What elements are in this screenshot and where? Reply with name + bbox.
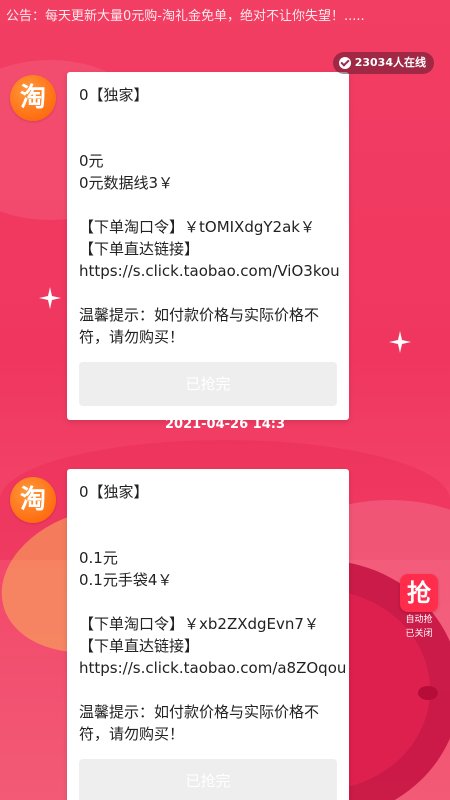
post-link-label: 【下单直达链接】 [79,240,200,258]
post-taobao-code: 【下单淘口令】￥xb2ZXdgEvn7￥ [79,615,319,633]
post-price: 0.1元 [79,549,118,567]
post-price: 0元 [79,152,104,170]
post-link-label: 【下单直达链接】 [79,637,200,655]
post-product: 0.1元手袋4￥ [79,571,173,589]
auto-grab-status: 已关闭 [405,629,433,639]
auto-grab-toggle[interactable]: 抢 自动抢 已关闭 [399,574,439,640]
grab-icon: 抢 [400,574,438,612]
auto-grab-label: 自动抢 [405,615,433,625]
announcement-bar: 公告：每天更新大量0元购-淘礼金免单，绝对不让你失望！..... [6,9,365,24]
taobao-avatar-icon: 淘 [10,477,56,523]
sold-out-button[interactable]: 已抢完 [79,759,337,800]
post-title: 0【独家】 [79,483,149,501]
sparkle-icon [39,287,61,309]
check-icon [338,57,351,69]
post-timestamp: 2021-04-26 14:3 [164,417,285,432]
post-link-url[interactable]: https://s.click.taobao.com/ViO3kou [79,260,340,282]
online-count-text: 23034人在线 [354,56,426,69]
online-count-badge: 23034人在线 [332,52,434,74]
post-card: 0【独家】 0元 0元数据线3￥ 【下单淘口令】￥tOMIXdgY2ak￥ 【下… [67,72,349,420]
bg-blob [418,686,438,700]
sparkle-icon [389,331,411,353]
post-card: 0【独家】 0.1元 0.1元手袋4￥ 【下单淘口令】￥xb2ZXdgEvn7￥… [67,469,349,800]
post-title: 0【独家】 [79,86,149,104]
post-taobao-code: 【下单淘口令】￥tOMIXdgY2ak￥ [79,218,315,236]
post-tip: 符，请勿购买！ [79,328,185,346]
post-tip: 温馨提示：如付款价格与实际价格不 [79,306,320,324]
post-tip: 温馨提示：如付款价格与实际价格不 [79,703,320,721]
post-tip: 符，请勿购买！ [79,725,185,743]
taobao-avatar-icon: 淘 [10,75,56,121]
post-link-url[interactable]: https://s.click.taobao.com/a8ZOqou [79,657,346,679]
post-product: 0元数据线3￥ [79,174,174,192]
sold-out-button[interactable]: 已抢完 [79,362,337,406]
